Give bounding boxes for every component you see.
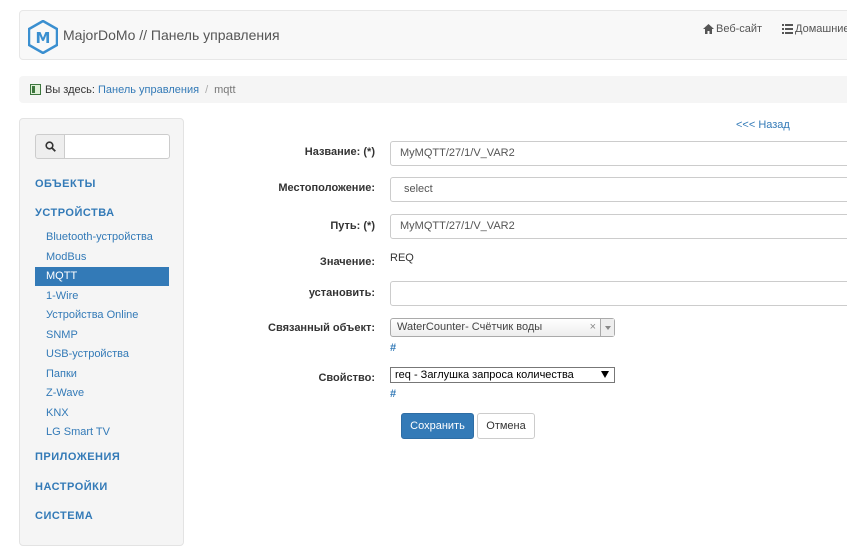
top-navbar: M MajorDoMo // Панель управления Веб-сай… [19, 10, 847, 60]
breadcrumb-current: mqtt [214, 83, 236, 96]
value-label: Значение: [319, 256, 375, 268]
sidebar-section-apps[interactable]: ПРИЛОЖЕНИЯ [35, 451, 120, 463]
property-label: Свойство: [318, 372, 375, 384]
linked-object-label: Связанный объект: [268, 322, 375, 334]
svg-text:M: M [36, 29, 51, 47]
majordomo-logo-icon[interactable]: M [27, 19, 59, 55]
search-icon [44, 141, 56, 152]
sidebar-item-mqtt[interactable]: MQTT [35, 267, 169, 286]
sidebar-item-knx[interactable]: KNX [35, 404, 169, 423]
sidebar-item-usb[interactable]: USB-устройства [35, 345, 169, 364]
clear-icon[interactable]: × [590, 319, 596, 336]
search-button[interactable] [35, 134, 65, 159]
path-input[interactable]: MyMQTT/27/1/V_VAR2 [390, 214, 847, 239]
breadcrumb-separator: / [205, 83, 209, 96]
save-button[interactable]: Сохранить [401, 413, 474, 439]
breadcrumb-prefix: Вы здесь: [45, 83, 95, 96]
location-label: Местоположение: [278, 182, 375, 194]
chevron-down-icon[interactable] [600, 319, 614, 336]
linked-object-hash-link[interactable]: # [390, 342, 396, 354]
linked-object-value: WaterCounter- Счётчик воды [397, 321, 543, 333]
search-input[interactable] [64, 134, 170, 159]
name-input[interactable]: MyMQTT/27/1/V_VAR2 [390, 141, 847, 166]
sidebar-item-bluetooth[interactable]: Bluetooth-устройства [35, 228, 169, 247]
nav-website-link[interactable]: Веб-сайт [703, 23, 762, 35]
name-label: Название: (*) [304, 146, 375, 158]
back-link[interactable]: <<< Назад [736, 119, 790, 131]
property-hash-link[interactable]: # [390, 388, 396, 400]
sidebar-section-objects[interactable]: ОБЪЕКТЫ [35, 178, 96, 190]
cancel-button[interactable]: Отмена [477, 413, 535, 439]
sidebar-item-zwave[interactable]: Z-Wave [35, 384, 169, 403]
sidebar-item-folders[interactable]: Папки [35, 365, 169, 384]
sidebar-item-online-devices[interactable]: Устройства Online [35, 306, 169, 325]
set-input[interactable] [390, 281, 847, 306]
sidebar-item-snmp[interactable]: SNMP [35, 326, 169, 345]
sidebar-section-settings[interactable]: НАСТРОЙКИ [35, 481, 108, 493]
linked-object-select[interactable]: WaterCounter- Счётчик воды × [390, 318, 615, 337]
nav-home-label: Домашние [795, 23, 847, 35]
sidebar-section-system[interactable]: СИСТЕМА [35, 510, 93, 522]
breadcrumb-link-panel[interactable]: Панель управления [98, 84, 199, 96]
nav-website-label: Веб-сайт [716, 23, 763, 35]
brand-title[interactable]: MajorDoMo // Панель управления [63, 27, 280, 43]
nav-home-link[interactable]: Домашние [782, 23, 847, 35]
panel-icon [30, 84, 41, 95]
property-value: req - Заглушка запроса количества [395, 369, 574, 381]
dropdown-arrow-icon [601, 371, 609, 378]
sidebar-item-1wire[interactable]: 1-Wire [35, 287, 169, 306]
breadcrumb: Вы здесь: Панель управления / mqtt [19, 76, 847, 103]
path-label: Путь: (*) [330, 220, 375, 232]
sidebar-item-modbus[interactable]: ModBus [35, 248, 169, 267]
home-icon [703, 24, 714, 34]
sidebar-section-devices[interactable]: УСТРОЙСТВА [35, 207, 115, 219]
set-label: установить: [308, 287, 375, 299]
value-text: REQ [390, 252, 414, 264]
location-select[interactable]: select [390, 177, 847, 202]
property-select[interactable]: req - Заглушка запроса количества [390, 367, 615, 383]
sidebar-item-lg-smart-tv[interactable]: LG Smart TV [35, 423, 169, 442]
sidebar: ОБЪЕКТЫ УСТРОЙСТВА Bluetooth-устройства … [19, 118, 184, 546]
list-icon [782, 24, 793, 34]
